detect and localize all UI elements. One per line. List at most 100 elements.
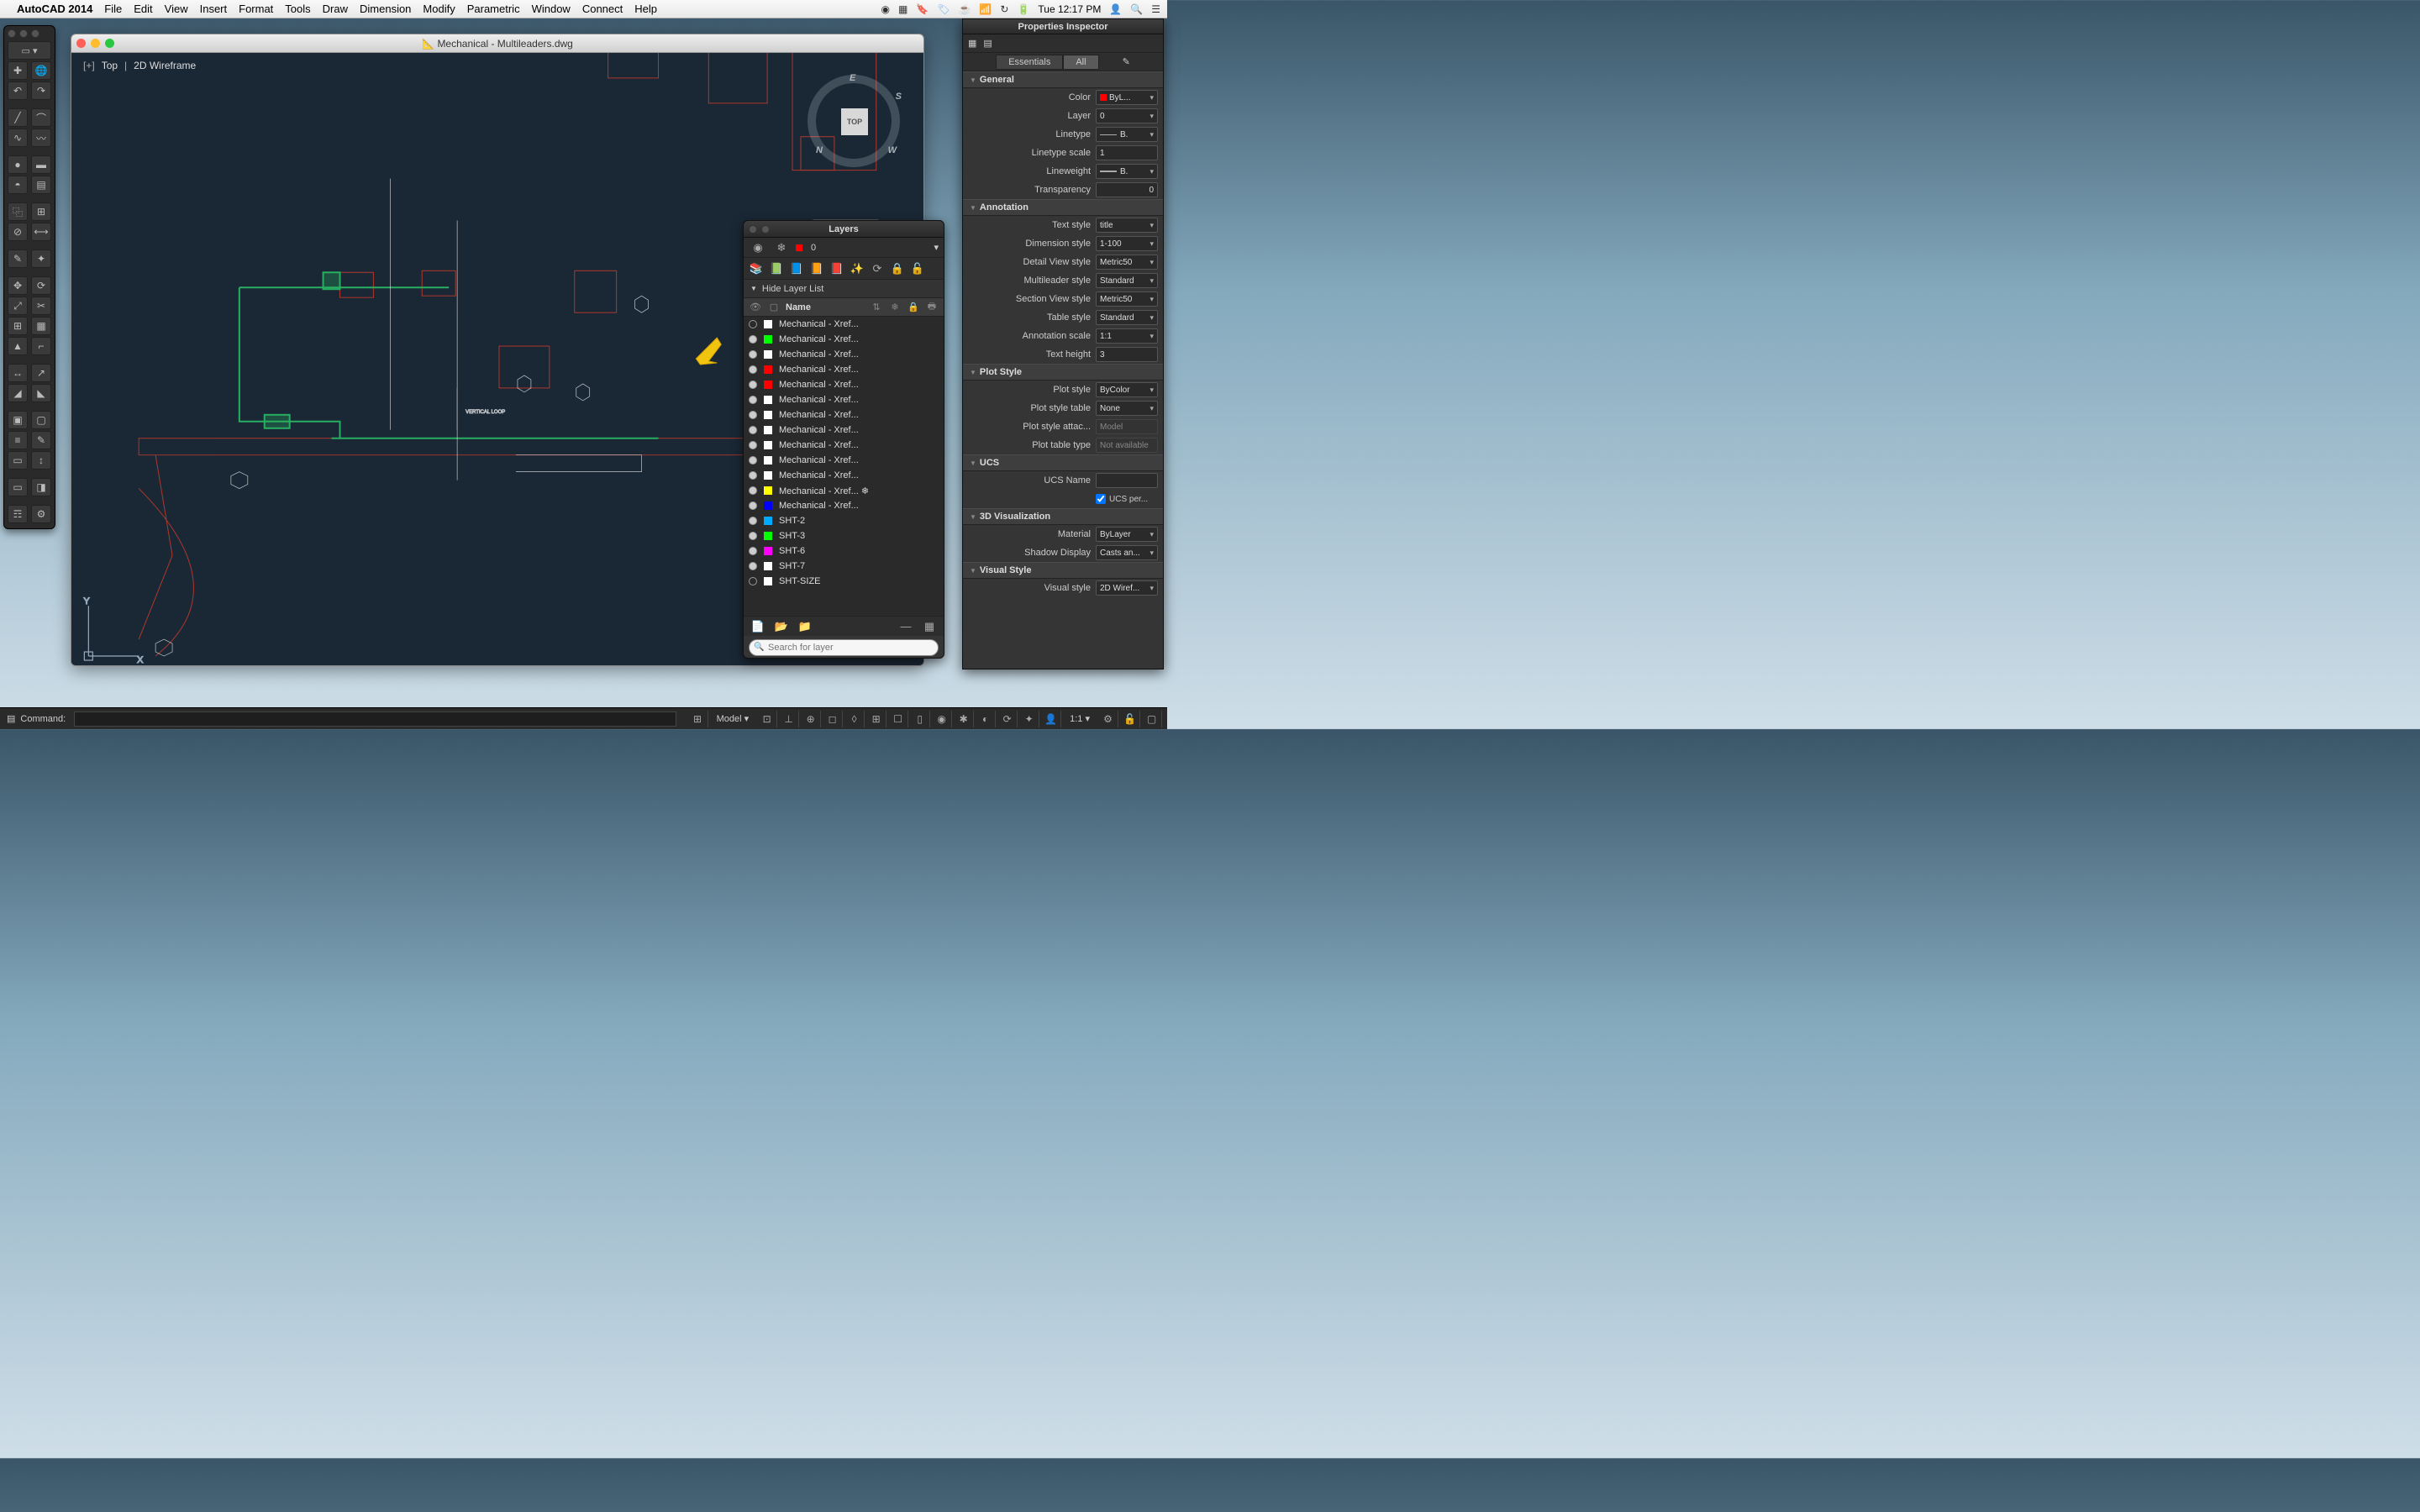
- layer-color-swatch[interactable]: [764, 517, 772, 525]
- layer-visibility-icon[interactable]: [749, 365, 757, 374]
- layer-color-swatch[interactable]: [764, 441, 772, 449]
- value-transparency[interactable]: 0: [1096, 182, 1158, 197]
- layer-visibility-icon[interactable]: [749, 456, 757, 465]
- layer-color-swatch[interactable]: [764, 350, 772, 359]
- value-shadow[interactable]: Casts an...: [1096, 545, 1158, 560]
- notifications-icon[interactable]: ☰: [1151, 3, 1160, 15]
- layer-filter5[interactable]: 📕: [828, 260, 846, 277]
- layer-visibility-icon[interactable]: [749, 577, 757, 585]
- tool-spline[interactable]: 〰: [31, 129, 51, 147]
- tool-circle[interactable]: ●: [8, 155, 28, 174]
- value-material[interactable]: ByLayer: [1096, 527, 1158, 542]
- clock[interactable]: Tue 12:17 PM: [1038, 3, 1101, 15]
- layer-row[interactable]: Mechanical - Xref...: [744, 423, 944, 438]
- tool-block[interactable]: ▣: [8, 411, 28, 429]
- value-plotstyle[interactable]: ByColor: [1096, 382, 1158, 397]
- value-mleader[interactable]: Standard: [1096, 273, 1158, 288]
- document-titlebar[interactable]: 📐 Mechanical - Multileaders.dwg: [71, 34, 923, 53]
- layer-search-input[interactable]: [749, 639, 939, 656]
- layer-visibility-icon[interactable]: [749, 486, 757, 495]
- tool-rotate[interactable]: ⟳: [31, 276, 51, 295]
- open-folder2-btn[interactable]: 📁: [796, 618, 814, 635]
- layer-visibility-icon[interactable]: [749, 381, 757, 389]
- menu-view[interactable]: View: [165, 3, 188, 15]
- layer-color-swatch[interactable]: [764, 411, 772, 419]
- tool-flyout[interactable]: ▭ ▾: [8, 41, 51, 60]
- section-3dviz[interactable]: 3D Visualization: [963, 508, 1163, 525]
- checkbox-ucsper[interactable]: UCS per...: [1096, 494, 1158, 504]
- menu-draw[interactable]: Draw: [323, 3, 348, 15]
- menu-modify[interactable]: Modify: [423, 3, 455, 15]
- value-detail[interactable]: Metric50: [1096, 255, 1158, 270]
- value-plottable[interactable]: None: [1096, 401, 1158, 416]
- tool-world[interactable]: 🌐: [31, 61, 51, 80]
- viewcube-top-face[interactable]: TOP: [841, 108, 868, 135]
- sort-icon[interactable]: ⇅: [870, 302, 883, 312]
- section-ucs[interactable]: UCS: [963, 454, 1163, 471]
- layer-visibility-icon[interactable]: [749, 426, 757, 434]
- lock-col-icon[interactable]: 🔒: [907, 302, 920, 312]
- tool-text[interactable]: ◢: [8, 384, 28, 402]
- section-general[interactable]: General: [963, 71, 1163, 88]
- value-linetype[interactable]: B.: [1096, 127, 1158, 142]
- status-snap[interactable]: ⊡: [757, 711, 777, 727]
- layer-row[interactable]: SHT-2: [744, 513, 944, 528]
- battery-icon[interactable]: 🔋: [1017, 3, 1029, 15]
- layer-color-swatch[interactable]: [764, 532, 772, 540]
- tool-text2[interactable]: ◣: [31, 384, 51, 402]
- status-sc[interactable]: ◉: [932, 711, 952, 727]
- viewcube[interactable]: TOP E S W N: [808, 75, 900, 167]
- menu-edit[interactable]: Edit: [134, 3, 152, 15]
- status-vis[interactable]: ◐: [976, 711, 996, 727]
- color-col-icon[interactable]: ▢: [767, 302, 781, 312]
- status-auto[interactable]: ⟳: [997, 711, 1018, 727]
- layer-color-swatch[interactable]: [764, 365, 772, 374]
- tool-line[interactable]: ╱: [8, 108, 28, 127]
- command-input[interactable]: [74, 711, 676, 727]
- status-grid[interactable]: ⊞: [688, 711, 708, 727]
- menu-connect[interactable]: Connect: [582, 3, 623, 15]
- value-dimstyle[interactable]: 1-100: [1096, 236, 1158, 251]
- layer-visibility-icon[interactable]: [749, 501, 757, 510]
- status-otrack[interactable]: ◊: [844, 711, 865, 727]
- app-name[interactable]: AutoCAD 2014: [17, 3, 92, 15]
- value-lineweight[interactable]: B.: [1096, 164, 1158, 179]
- status-clean[interactable]: ▢: [1142, 711, 1162, 727]
- layer-row[interactable]: Mechanical - Xref...: [744, 377, 944, 392]
- layer-row[interactable]: Mechanical - Xref...: [744, 347, 944, 362]
- layer-visibility-icon[interactable]: [749, 471, 757, 480]
- value-table[interactable]: Standard: [1096, 310, 1158, 325]
- layer-visibility-icon[interactable]: [749, 396, 757, 404]
- layer-row[interactable]: SHT-6: [744, 543, 944, 559]
- layer-filter3[interactable]: 📘: [787, 260, 806, 277]
- value-annoscale[interactable]: 1:1: [1096, 328, 1158, 344]
- value-vstyle[interactable]: 2D Wiref...: [1096, 580, 1158, 596]
- layer-filter6[interactable]: ✨: [848, 260, 866, 277]
- layer-row[interactable]: Mechanical - Xref...: [744, 438, 944, 453]
- section-plot[interactable]: Plot Style: [963, 364, 1163, 381]
- layer-row[interactable]: SHT-7: [744, 559, 944, 574]
- layer-color-swatch[interactable]: [764, 320, 772, 328]
- tool-trim[interactable]: ✂: [31, 297, 51, 315]
- layer-row[interactable]: Mechanical - Xref...: [744, 362, 944, 377]
- name-col-header[interactable]: Name: [786, 302, 865, 312]
- layer-row[interactable]: Mechanical - Xref...: [744, 317, 944, 332]
- cloud-icon[interactable]: ◉: [881, 3, 889, 15]
- wifi-icon[interactable]: 📶: [979, 3, 992, 15]
- tool-match[interactable]: ✎: [31, 431, 51, 449]
- layer-filter7[interactable]: ⟳: [868, 260, 886, 277]
- status-dyn[interactable]: ⊞: [866, 711, 886, 727]
- layer-color-swatch[interactable]: [764, 577, 772, 585]
- menu-file[interactable]: File: [104, 3, 122, 15]
- layer-visibility-icon[interactable]: [749, 335, 757, 344]
- tool-stretch[interactable]: ⟷: [31, 223, 51, 241]
- open-folder-btn[interactable]: 📂: [772, 618, 791, 635]
- current-layer-name[interactable]: 0: [808, 243, 929, 253]
- tool-pattern[interactable]: ▦: [31, 317, 51, 335]
- tool-redo[interactable]: ↷: [31, 81, 51, 100]
- props-grid-icon[interactable]: ▦: [968, 38, 976, 49]
- tool-polyline[interactable]: ∿: [8, 129, 28, 147]
- menu-parametric[interactable]: Parametric: [467, 3, 520, 15]
- model-tab[interactable]: Model ▾: [710, 713, 756, 724]
- layer-row[interactable]: Mechanical - Xref...: [744, 498, 944, 513]
